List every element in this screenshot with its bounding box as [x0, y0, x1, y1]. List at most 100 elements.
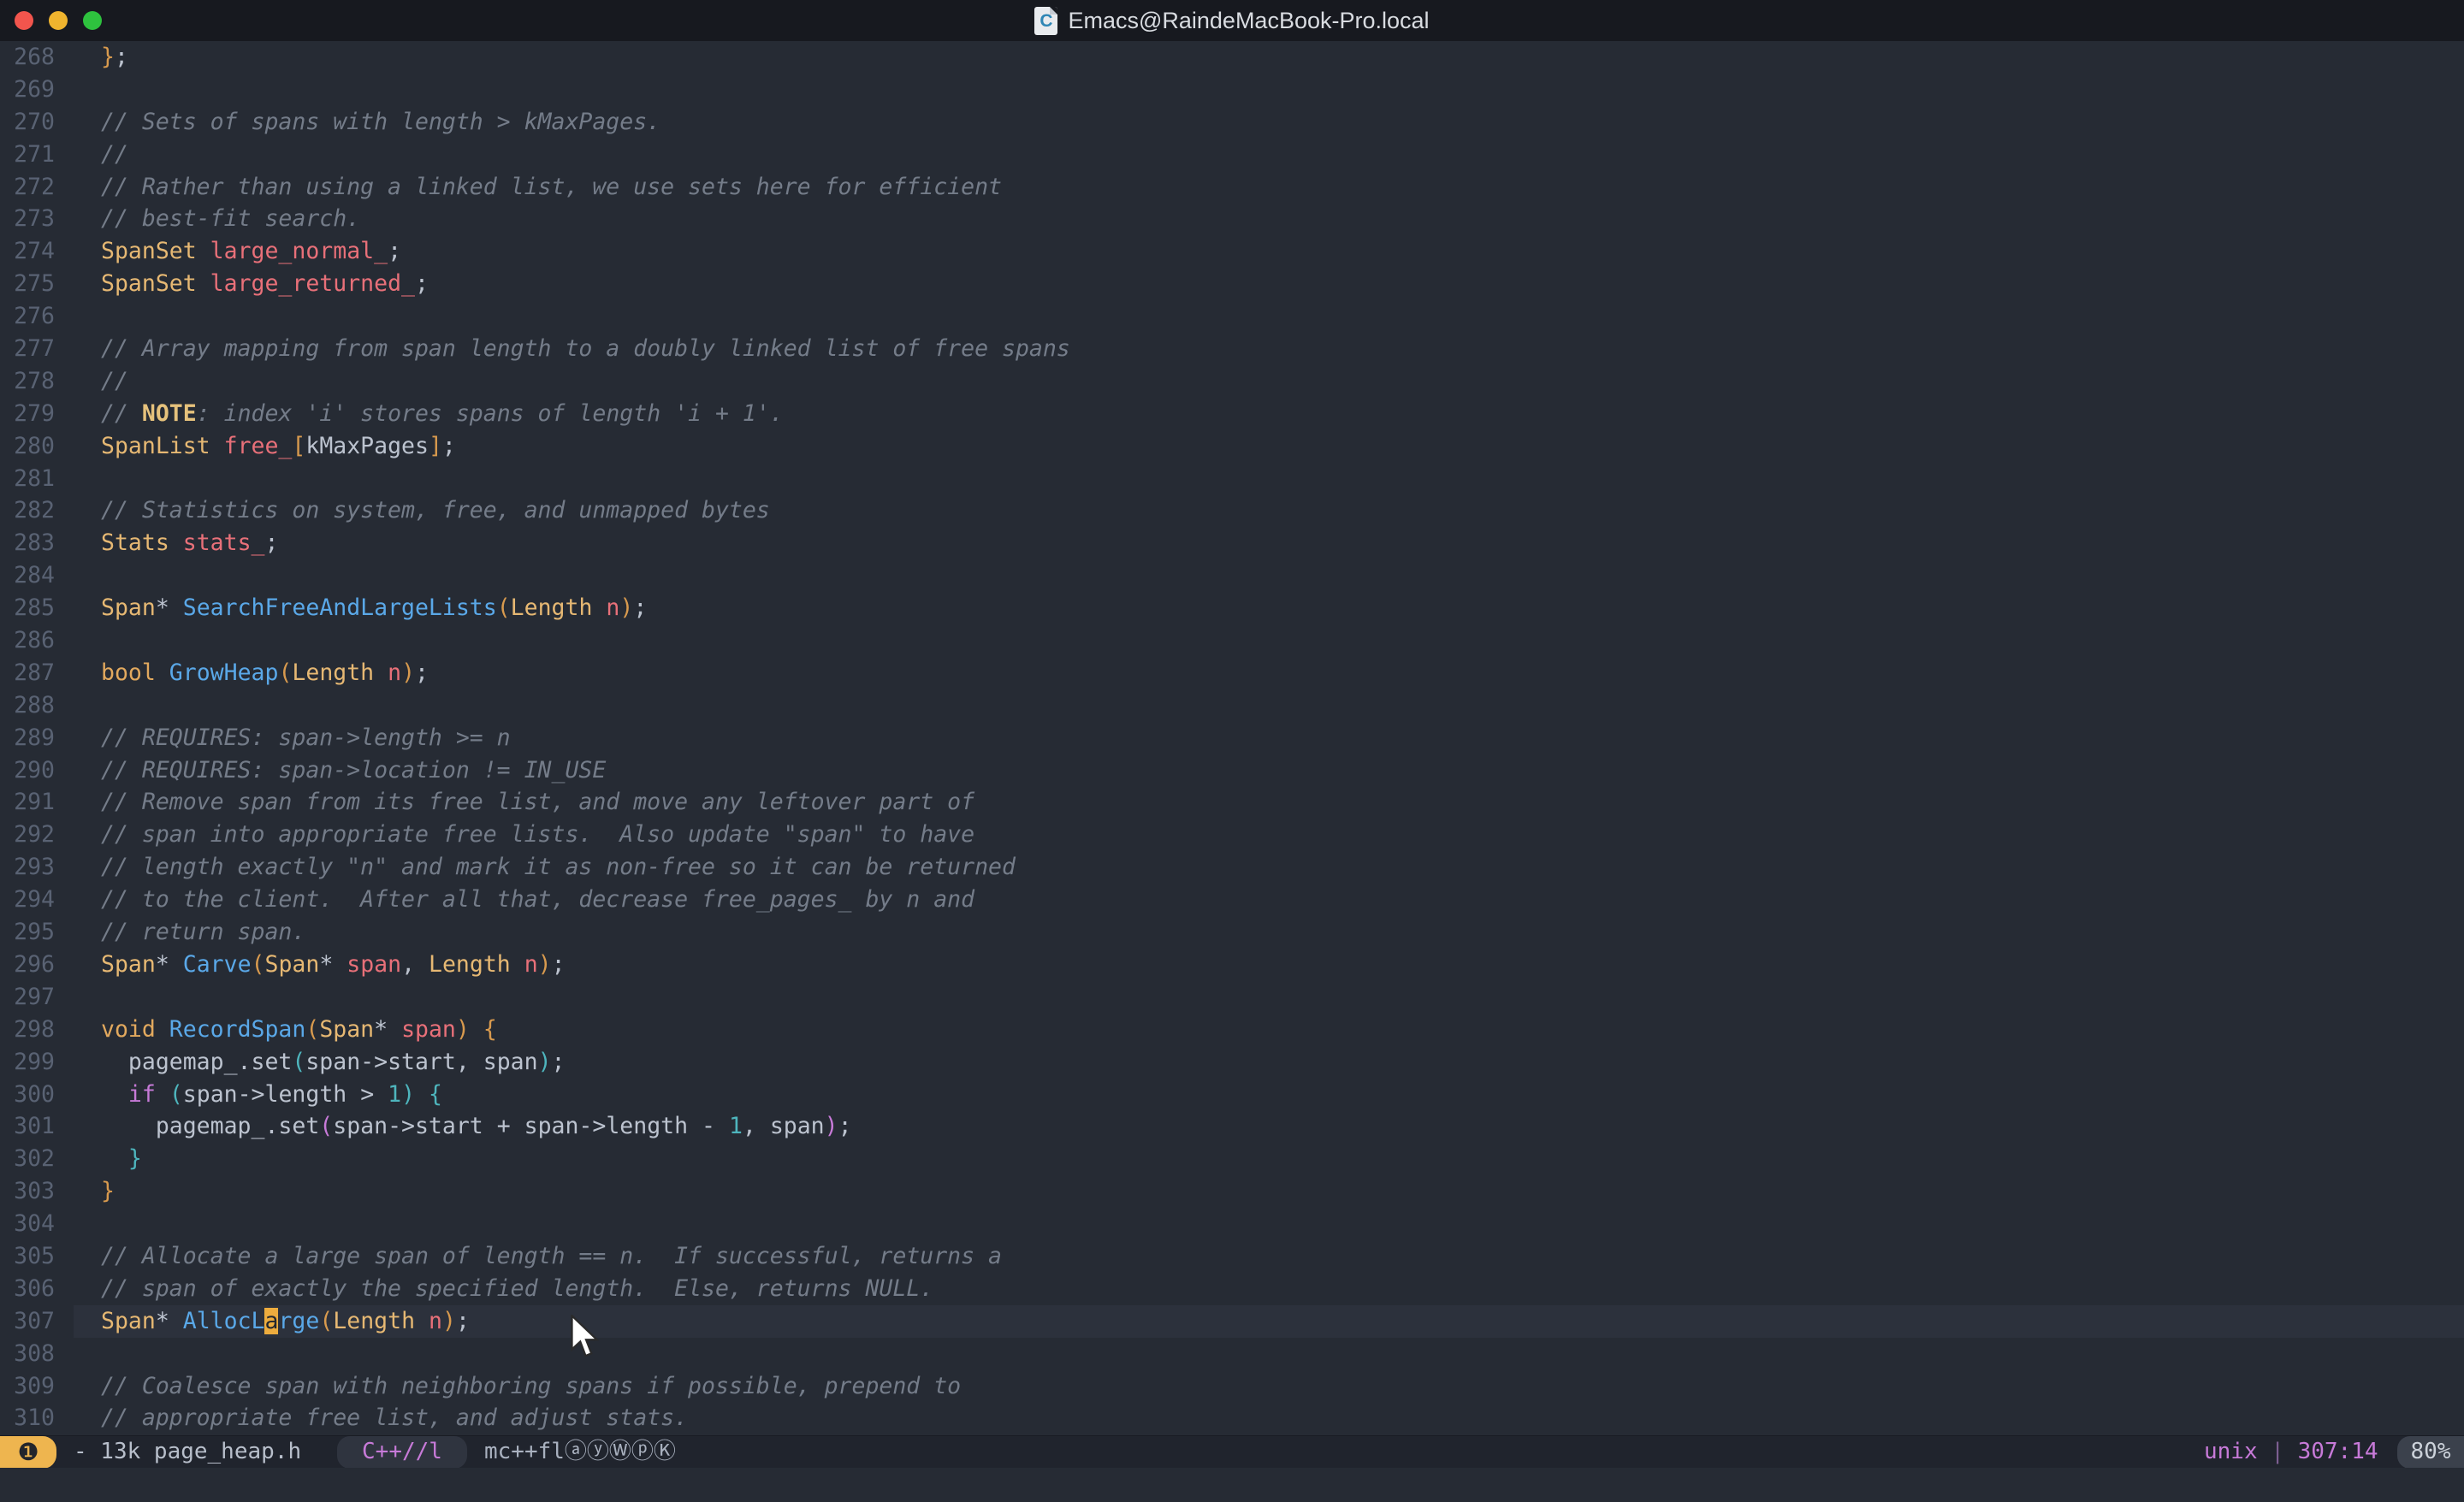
- code-line: 277 // Array mapping from span length to …: [0, 333, 2464, 365]
- code-line-content[interactable]: }: [74, 1175, 2464, 1208]
- code-line-content[interactable]: [74, 624, 2464, 657]
- code-line-content[interactable]: }: [74, 1143, 2464, 1175]
- code-line-content[interactable]: Span* AllocLarge(Length n);: [74, 1304, 2464, 1338]
- line-number: 279: [14, 399, 55, 427]
- code-line: 272 // Rather than using a linked list, w…: [0, 171, 2464, 204]
- line-number: 272: [14, 173, 55, 200]
- zoom-button[interactable]: [83, 11, 102, 30]
- code-line-content[interactable]: // Rather than using a linked list, we u…: [74, 171, 2464, 204]
- code-line-content[interactable]: // Allocate a large span of length == n.…: [74, 1240, 2464, 1273]
- code-line: 299 pagemap_.set(span->start, span);: [0, 1046, 2464, 1079]
- line-number: 271: [14, 140, 55, 168]
- line-number: 300: [14, 1080, 55, 1108]
- line-number: 276: [14, 303, 55, 330]
- code-line-content[interactable]: // appropriate free list, and adjust sta…: [74, 1402, 2464, 1434]
- code-line-content[interactable]: // return span.: [74, 916, 2464, 949]
- code-line: 271 //: [0, 139, 2464, 171]
- window-number-badge: ❶: [0, 1436, 56, 1469]
- code-line-content[interactable]: // Sets of spans with length > kMaxPages…: [74, 106, 2464, 139]
- close-button[interactable]: [15, 11, 33, 30]
- line-number: 298: [14, 1015, 55, 1043]
- code-line-content[interactable]: bool GrowHeap(Length n);: [74, 657, 2464, 689]
- line-number: 303: [14, 1178, 55, 1205]
- code-line-content[interactable]: [74, 1338, 2464, 1370]
- code-line: 290 // REQUIRES: span->location != IN_USE: [0, 754, 2464, 787]
- code-line-content[interactable]: [74, 300, 2464, 333]
- line-number: 297: [14, 983, 55, 1010]
- code-line: 287 bool GrowHeap(Length n);: [0, 657, 2464, 689]
- code-line: 276: [0, 300, 2464, 333]
- code-line-content[interactable]: //: [74, 139, 2464, 171]
- code-line-content[interactable]: [74, 463, 2464, 495]
- code-line-content[interactable]: Span* SearchFreeAndLargeLists(Length n);: [74, 592, 2464, 624]
- line-number: 288: [14, 691, 55, 718]
- code-line-content[interactable]: Stats stats_;: [74, 527, 2464, 559]
- code-line-content[interactable]: void RecordSpan(Span* span) {: [74, 1014, 2464, 1046]
- code-line-content[interactable]: pagemap_.set(span->start + span->length …: [74, 1110, 2464, 1143]
- modeline: ❶ - 13k page_heap.h C++//l mc++flⓐⓨⓌⓟⓀ u…: [0, 1435, 2464, 1469]
- line-number: 308: [14, 1339, 55, 1367]
- code-line-content[interactable]: // length exactly "n" and mark it as non…: [74, 851, 2464, 884]
- window-title: Emacs@RaindeMacBook-Pro.local: [1068, 7, 1430, 33]
- code-line-content[interactable]: SpanSet large_normal_;: [74, 235, 2464, 268]
- code-line-content[interactable]: SpanSet large_returned_;: [74, 268, 2464, 300]
- code-line-content[interactable]: // to the client. After all that, decrea…: [74, 884, 2464, 916]
- code-line-content[interactable]: pagemap_.set(span->start, span);: [74, 1046, 2464, 1079]
- code-area[interactable]: 268}; 269 270// Sets of spans with length …: [0, 41, 2464, 1435]
- modeline-separator: |: [2271, 1439, 2284, 1464]
- code-line-content[interactable]: // Statistics on system, free, and unmap…: [74, 494, 2464, 527]
- code-line: 294 // to the client. After all that, dec…: [0, 884, 2464, 916]
- code-line-content[interactable]: // Coalesce span with neighboring spans …: [74, 1370, 2464, 1403]
- line-number: 307: [14, 1307, 55, 1334]
- major-mode-indicator[interactable]: C++//l: [337, 1436, 467, 1469]
- code-line-content[interactable]: };: [74, 41, 2464, 74]
- line-number: 274: [14, 238, 55, 265]
- line-number: 278: [14, 367, 55, 394]
- encoding-indicator: unix: [2204, 1439, 2258, 1464]
- code-line: 297: [0, 981, 2464, 1014]
- line-number: 287: [14, 659, 55, 686]
- line-number: 309: [14, 1372, 55, 1399]
- code-line-content[interactable]: // REQUIRES: span->length >= n: [74, 722, 2464, 754]
- document-icon: C: [1034, 6, 1058, 35]
- code-line: 304: [0, 1208, 2464, 1240]
- code-line-content[interactable]: // Array mapping from span length to a d…: [74, 333, 2464, 365]
- line-number: 299: [14, 1048, 55, 1075]
- code-line-content[interactable]: [74, 981, 2464, 1014]
- code-line-content[interactable]: // span into appropriate free lists. Als…: [74, 819, 2464, 851]
- code-line-content[interactable]: SpanList free_[kMaxPages];: [74, 430, 2464, 463]
- code-line-content[interactable]: // Remove span from its free list, and m…: [74, 786, 2464, 819]
- code-line-content[interactable]: // NOTE: index 'i' stores spans of lengt…: [74, 398, 2464, 430]
- code-line: 289 // REQUIRES: span->length >= n: [0, 722, 2464, 754]
- code-line: 279 // NOTE: index 'i' stores spans of le…: [0, 398, 2464, 430]
- code-line-content[interactable]: [74, 74, 2464, 106]
- code-line: 296 Span* Carve(Span* span, Length n);: [0, 949, 2464, 981]
- line-number: 301: [14, 1113, 55, 1140]
- line-number: 277: [14, 335, 55, 363]
- code-line-content[interactable]: [74, 1208, 2464, 1240]
- code-line-content[interactable]: [74, 559, 2464, 592]
- code-line-content[interactable]: Span* Carve(Span* span, Length n);: [74, 949, 2464, 981]
- code-line-content[interactable]: if (span->length > 1) {: [74, 1079, 2464, 1111]
- line-number: 270: [14, 108, 55, 135]
- code-line: 307 Span* AllocLarge(Length n);: [0, 1304, 2464, 1338]
- code-line: 270 // Sets of spans with length > kMaxPa…: [0, 106, 2464, 139]
- line-number: 306: [14, 1274, 55, 1302]
- code-line: 288: [0, 689, 2464, 722]
- code-line-content[interactable]: [74, 689, 2464, 722]
- code-line: 309 // Coalesce span with neighboring spa…: [0, 1370, 2464, 1403]
- code-line-content[interactable]: //: [74, 365, 2464, 398]
- code-line: 273 // best-fit search.: [0, 203, 2464, 235]
- code-line: 292 // span into appropriate free lists. …: [0, 819, 2464, 851]
- minimize-button[interactable]: [49, 11, 68, 30]
- code-line-content[interactable]: // span of exactly the specified length.…: [74, 1273, 2464, 1305]
- mouse-cursor: [570, 1313, 600, 1357]
- line-number: 304: [14, 1210, 55, 1238]
- line-number: 273: [14, 205, 55, 233]
- code-line-content[interactable]: // best-fit search.: [74, 203, 2464, 235]
- line-number: 275: [14, 270, 55, 298]
- line-number: 281: [14, 464, 55, 492]
- code-line-content[interactable]: // REQUIRES: span->location != IN_USE: [74, 754, 2464, 787]
- line-number: 296: [14, 950, 55, 978]
- code-line: 274 SpanSet large_normal_;: [0, 235, 2464, 268]
